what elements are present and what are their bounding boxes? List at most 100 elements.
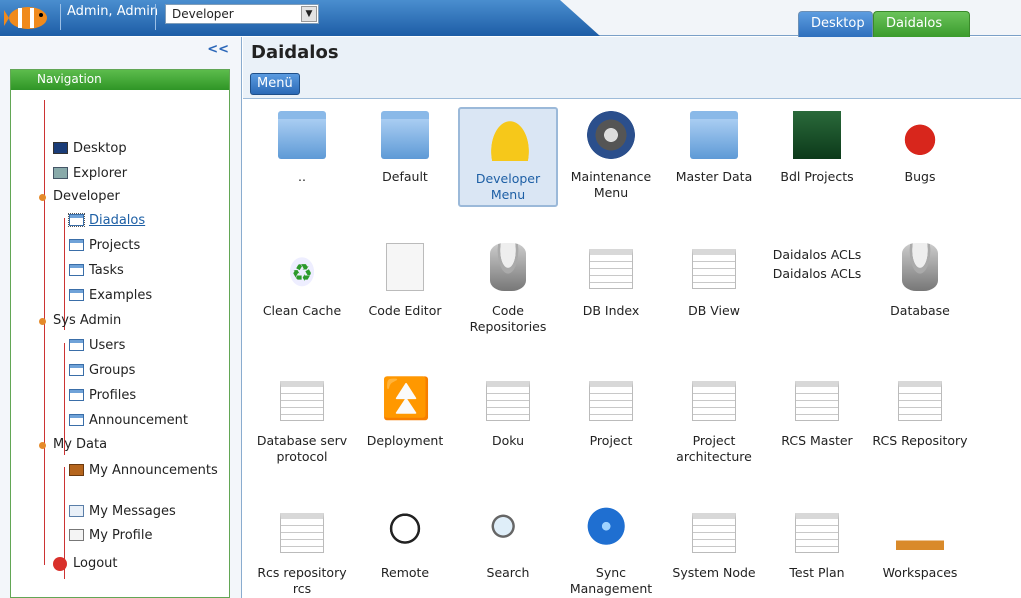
sidebar-item-explorer[interactable]: Explorer	[53, 166, 127, 182]
tile-sync-management[interactable]: Sync Management	[561, 503, 661, 598]
tile-label: Default	[382, 169, 428, 184]
tile-remote[interactable]: Remote	[355, 503, 455, 598]
tile-database[interactable]: Database	[870, 239, 970, 339]
expand-bullet-icon	[39, 318, 46, 325]
sidebar-item-profiles[interactable]: Profiles	[69, 388, 136, 404]
globe-icon	[587, 507, 635, 555]
window-icon	[69, 264, 84, 276]
tile-label: Project	[589, 433, 633, 448]
sidebar-item-groups[interactable]: Groups	[69, 363, 135, 379]
tile-deployment[interactable]: ⏫ Deployment	[355, 371, 455, 471]
tile-database-serv-protocol[interactable]: Database serv protocol	[252, 371, 352, 471]
sidebar-item-label: Sys Admin	[53, 313, 122, 328]
tile-label: Bugs	[904, 169, 936, 184]
box-icon	[69, 464, 84, 476]
tile-developer-menu[interactable]: Developer Menu	[458, 107, 558, 207]
tile-label: Database	[890, 303, 950, 318]
tile-label: Workspaces	[882, 565, 958, 580]
tab-daidalos[interactable]: Daidalos✕	[873, 11, 970, 55]
tile-db-index[interactable]: DB Index	[561, 239, 661, 339]
window-icon	[69, 339, 84, 351]
tab-desktop[interactable]: Desktop	[798, 11, 873, 37]
sidebar-item-examples[interactable]: Examples	[69, 288, 153, 304]
tile-project-architecture[interactable]: Project architecture	[664, 371, 764, 471]
tile-db-view[interactable]: DB View	[664, 239, 764, 339]
tile-system-node[interactable]: System Node	[664, 503, 764, 598]
tile-label: Rcs repository rcs	[257, 565, 347, 596]
role-select[interactable]: Developer ▼	[165, 4, 319, 24]
tile-label: Sync Management	[569, 565, 653, 596]
sidebar-item-logout[interactable]: Logout	[53, 556, 118, 572]
tile-daidalos-acls[interactable]: Daidalos ACLs Daidalos ACLs	[767, 239, 867, 339]
tile-bdl-projects[interactable]: Bdl Projects	[767, 107, 867, 207]
sidebar-item-sys-admin[interactable]: Sys Admin	[39, 313, 122, 329]
document-icon	[386, 243, 424, 291]
sidebar-item-label: Users	[89, 338, 126, 353]
chevron-down-icon[interactable]: ▼	[301, 6, 317, 22]
sheet-icon	[589, 381, 633, 421]
window-icon	[69, 239, 84, 251]
tile-label: Remote	[380, 565, 430, 580]
sidebar-item-label: Tasks	[89, 263, 124, 278]
sidebar-item-desktop[interactable]: Desktop	[53, 141, 127, 157]
gears-icon	[587, 111, 635, 159]
tile-label: Test Plan	[789, 565, 845, 580]
navigation-header[interactable]: Navigation	[11, 70, 229, 90]
trooper-icon	[381, 507, 429, 555]
tile-[interactable]: ..	[252, 107, 352, 207]
tile-label: DB Index	[582, 303, 640, 318]
tile-bugs[interactable]: Bugs	[870, 107, 970, 207]
collapse-sidebar-button[interactable]: <<	[207, 42, 229, 57]
folder-icon	[690, 111, 738, 159]
mail-icon	[69, 505, 84, 517]
tile-default[interactable]: Default	[355, 107, 455, 207]
tile-search[interactable]: Search	[458, 503, 558, 598]
sheet-icon	[692, 249, 736, 289]
tile-label: Database serv protocol	[256, 433, 348, 464]
tile-label: Developer Menu	[475, 171, 541, 202]
sidebar-item-label: Examples	[89, 288, 153, 303]
hardhat-icon	[486, 113, 534, 161]
sidebar-item-label: Diadalos	[89, 213, 146, 228]
sidebar-item-developer[interactable]: Developer	[39, 189, 120, 205]
tile-label: RCS Repository	[872, 433, 968, 448]
fish-logo-icon	[4, 7, 47, 29]
menu-button[interactable]: Menü	[250, 73, 300, 95]
sidebar-item-label: Desktop	[73, 141, 127, 156]
tile-clean-cache[interactable]: ♻ Clean Cache	[252, 239, 352, 339]
window-icon	[69, 289, 84, 301]
sidebar-item-my-data[interactable]: My Data	[39, 437, 107, 453]
monitor-icon	[53, 142, 68, 154]
sidebar-item-tasks[interactable]: Tasks	[69, 263, 124, 279]
tree-line	[44, 100, 45, 565]
folder-icon	[381, 111, 429, 159]
card-icon	[69, 529, 84, 541]
expand-bullet-icon	[39, 194, 46, 201]
sidebar-item-announcement[interactable]: Announcement	[69, 413, 188, 429]
sidebar-item-my-profile[interactable]: My Profile	[69, 528, 152, 544]
sidebar-item-label: My Messages	[89, 504, 176, 519]
window-icon	[69, 364, 84, 376]
sidebar-item-my-messages[interactable]: My Messages	[69, 504, 176, 520]
tile-label: Code Editor	[368, 303, 442, 318]
sidebar-item-users[interactable]: Users	[69, 338, 126, 354]
tile-rcs-master[interactable]: RCS Master	[767, 371, 867, 471]
tile-test-plan[interactable]: Test Plan	[767, 503, 867, 598]
sidebar-item-label: Logout	[73, 556, 118, 571]
tile-project[interactable]: Project	[561, 371, 661, 471]
sidebar-item-my-announcements[interactable]: My Announcements	[69, 463, 219, 479]
sidebar-item-projects[interactable]: Projects	[69, 238, 140, 254]
tile-code-repositories[interactable]: Code Repositories	[458, 239, 558, 339]
tile-workspaces[interactable]: Workspaces	[870, 503, 970, 598]
up-arrows-icon: ⏫	[381, 376, 431, 422]
tile-rcs-repository-rcs[interactable]: Rcs repository rcs	[252, 503, 352, 598]
divider	[155, 4, 156, 30]
sidebar-item-diadalos[interactable]: Diadalos	[68, 213, 146, 229]
tile-code-editor[interactable]: Code Editor	[355, 239, 455, 339]
tile-label: DB View	[688, 303, 740, 318]
tile-maintenance-menu[interactable]: Maintenance Menu	[561, 107, 661, 207]
sheet-icon	[898, 381, 942, 421]
tile-master-data[interactable]: Master Data	[664, 107, 764, 207]
tile-doku[interactable]: Doku	[458, 371, 558, 471]
tile-rcs-repository[interactable]: RCS Repository	[870, 371, 970, 471]
